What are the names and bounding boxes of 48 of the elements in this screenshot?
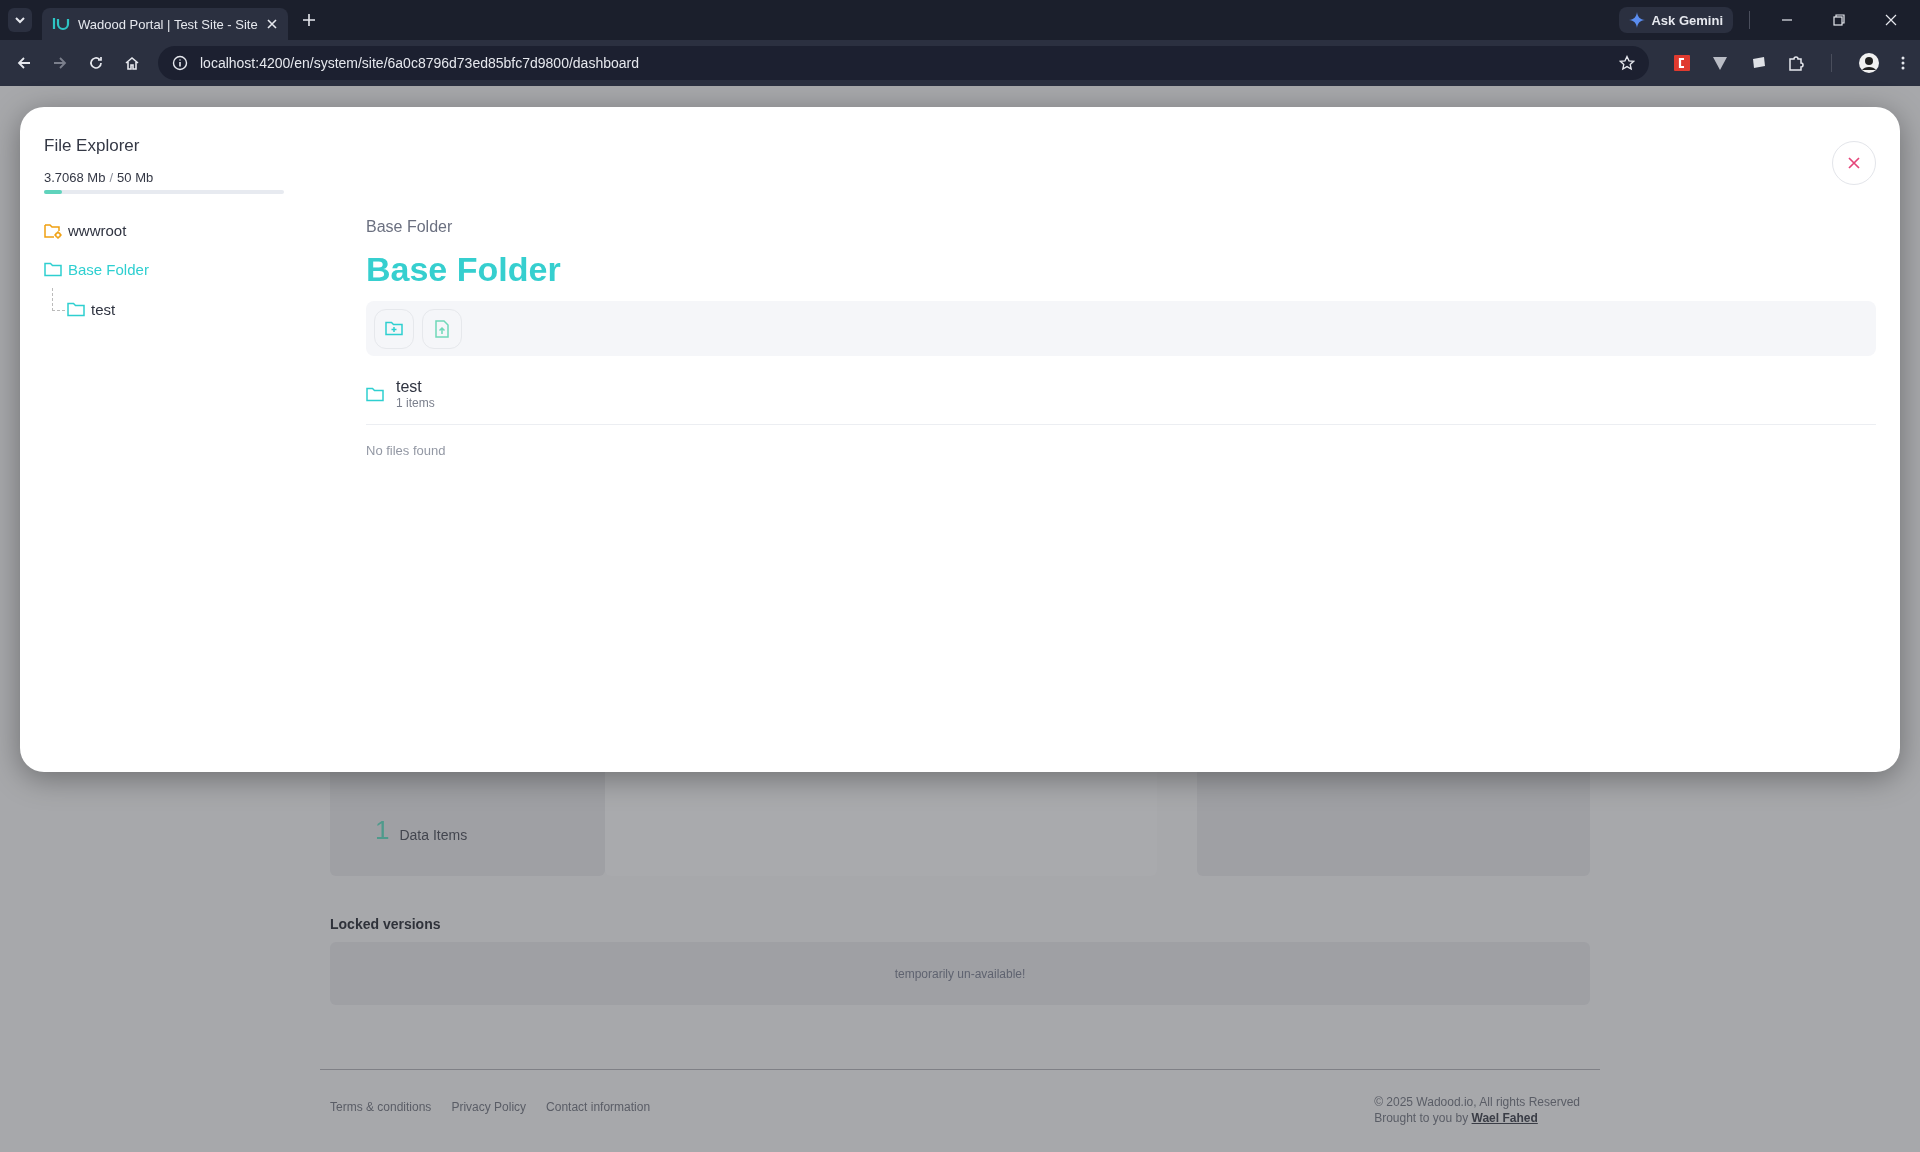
stat-value: 1 [375,815,390,846]
folder-icon [366,386,384,402]
section-title: Locked versions [330,916,442,932]
star-icon[interactable] [1619,55,1635,71]
storage-total: 50 Mb [117,170,154,185]
author-link[interactable]: Wael Fahed [1471,1111,1538,1125]
new-tab-icon[interactable] [301,13,316,27]
dialog-title: File Explorer [44,136,140,156]
puzzle-icon[interactable] [1787,54,1805,72]
tree-item[interactable]: test [67,301,116,318]
breadcrumb: Base Folder [366,218,454,236]
tree-item[interactable]: wwwroot [44,222,149,239]
address-bar[interactable]: localhost:4200/en/system/site/6a0c8796d73ed85bfc7d9800/dashboard [158,46,1649,80]
tab-title: Wadood Portal | Test Site - Site [78,16,258,32]
tab-search-button[interactable] [8,8,32,32]
info-icon[interactable] [172,55,188,71]
more-options-icon[interactable] [1900,55,1906,71]
empty-message: No files found [366,443,447,458]
close-icon [1847,156,1861,170]
storage-separator: / [109,170,114,185]
browser-tab[interactable]: Wadood Portal | Test Site - Site [42,8,288,40]
site-logo-icon [52,17,70,31]
ask-assistant-button[interactable]: Ask Gemini [1619,7,1733,33]
close-icon[interactable] [265,18,278,30]
back-arrow-icon[interactable] [16,55,32,71]
reload-icon[interactable] [88,55,104,71]
forward-arrow-icon[interactable] [52,55,68,71]
folder-row[interactable]: test 1 items [366,378,1876,425]
folder-plus-icon [385,321,403,336]
restore-icon[interactable] [1832,13,1846,27]
avatar-icon[interactable] [1858,52,1880,74]
folder-gear-icon [44,222,62,239]
folder-icon [44,262,62,277]
sparkle-icon [1629,12,1646,28]
folder-name: test [396,378,423,396]
copyright-text: © 2025 Wadood.io, All rights Reserved [1374,1094,1580,1110]
folder-icon [67,302,85,317]
home-icon[interactable] [124,55,140,71]
empty-message: temporarily un-available! [894,966,1026,981]
credit-text: Brought to you by [1374,1111,1469,1125]
item-count: 1 items [396,396,435,410]
stat-label: Data Items [399,827,468,845]
file-upload-icon [435,319,449,338]
storage-used: 3.7068 Mb [44,170,106,185]
square-extension-icon[interactable] [1673,54,1691,72]
close-icon[interactable] [1884,13,1898,27]
triangle-extension-icon[interactable] [1711,54,1729,72]
folder-heading: Base Folder [366,250,562,289]
